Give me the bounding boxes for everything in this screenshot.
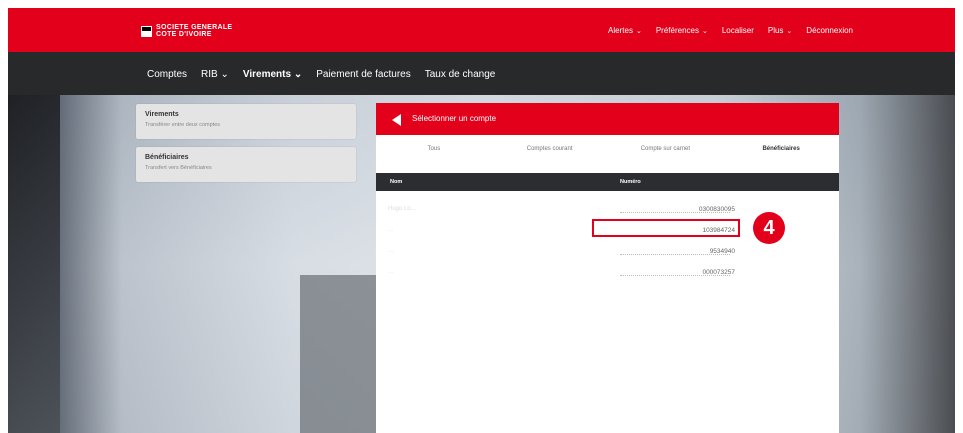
top-nav: Alertes ⌄ Préférences ⌄ Localiser Plus ⌄ Dé… bbox=[608, 26, 853, 35]
chevron-down-icon: ⌄ bbox=[635, 28, 642, 35]
nav-plus[interactable]: Plus ⌄ bbox=[768, 26, 792, 35]
row-name: Hugo Lo... bbox=[388, 206, 416, 212]
background-building bbox=[8, 95, 60, 433]
card-virements[interactable]: Virements Transférer entre deux comptes bbox=[136, 104, 356, 139]
subnav-paiement[interactable]: Paiement de factures bbox=[316, 69, 411, 80]
background-building bbox=[300, 275, 380, 433]
brand-logo-icon bbox=[141, 25, 152, 37]
row-number: 0300830095 bbox=[698, 206, 735, 213]
brand-line-2: COTE D'IVOIRE bbox=[156, 31, 212, 38]
account-tabs: Tous Comptes courant Compte sur carnet B… bbox=[376, 135, 839, 163]
tab-comptes-courant[interactable]: Comptes courant bbox=[492, 135, 608, 163]
chevron-down-icon: ⌄ bbox=[786, 28, 793, 35]
tab-compte-carnet[interactable]: Compte sur carnet bbox=[608, 135, 724, 163]
back-arrow-icon[interactable] bbox=[392, 114, 401, 126]
panel-header: Sélectionner un compte bbox=[376, 103, 839, 135]
nav-preferences[interactable]: Préférences ⌄ bbox=[656, 26, 708, 35]
column-name-header: Nom bbox=[390, 179, 403, 185]
tab-tous[interactable]: Tous bbox=[376, 135, 492, 163]
chevron-down-icon: ⌄ bbox=[291, 69, 303, 80]
subnav-comptes[interactable]: Comptes bbox=[147, 69, 187, 80]
account-select-panel: Sélectionner un compte Tous Comptes cour… bbox=[376, 103, 839, 433]
table-row[interactable]: ... 9534940 bbox=[376, 242, 839, 262]
brand-text: SOCIETE GENERALE COTE D'IVOIRE bbox=[156, 24, 232, 38]
tab-beneficiaires[interactable]: Bénéficiaires bbox=[723, 135, 839, 163]
column-number-header: Numéro bbox=[620, 179, 641, 185]
highlight-box bbox=[592, 219, 740, 237]
row-number: 9534940 bbox=[709, 248, 735, 255]
nav-alertes[interactable]: Alertes ⌄ bbox=[608, 26, 642, 35]
subnav-rib[interactable]: RIB ⌄ bbox=[201, 69, 229, 80]
row-name: ... bbox=[388, 227, 394, 233]
brand-line-1: SOCIETE GENERALE bbox=[156, 24, 233, 31]
subnav-virements[interactable]: Virements ⌄ bbox=[243, 69, 302, 80]
card-subtitle: Transfert vers Bénéficiaires bbox=[145, 165, 212, 171]
top-bar: SOCIETE GENERALE COTE D'IVOIRE Alertes ⌄ … bbox=[8, 8, 955, 52]
nav-deconnexion[interactable]: Déconnexion bbox=[806, 26, 853, 35]
card-subtitle: Transférer entre deux comptes bbox=[145, 122, 220, 128]
sub-nav: Comptes RIB ⌄ Virements ⌄ Paiement de fa… bbox=[8, 52, 955, 95]
row-name: ... bbox=[388, 248, 394, 254]
table-row[interactable]: ... 000073257 bbox=[376, 263, 839, 283]
panel-title: Sélectionner un compte bbox=[412, 114, 497, 123]
card-beneficiaires[interactable]: Bénéficiaires Transfert vers Bénéficiair… bbox=[136, 147, 356, 182]
brand-logo[interactable]: SOCIETE GENERALE COTE D'IVOIRE bbox=[141, 24, 232, 38]
row-name: ... bbox=[388, 269, 394, 275]
chevron-down-icon: ⌄ bbox=[701, 28, 708, 35]
app-frame: SOCIETE GENERALE COTE D'IVOIRE Alertes ⌄ … bbox=[8, 8, 955, 433]
step-badge: 4 bbox=[753, 212, 785, 244]
card-title: Bénéficiaires bbox=[145, 154, 189, 161]
card-title: Virements bbox=[145, 111, 179, 118]
subnav-taux[interactable]: Taux de change bbox=[425, 69, 496, 80]
row-number: 000073257 bbox=[702, 269, 735, 276]
chevron-down-icon: ⌄ bbox=[217, 69, 229, 80]
nav-localiser[interactable]: Localiser bbox=[722, 26, 754, 35]
table-header: Nom Numéro bbox=[376, 173, 839, 191]
